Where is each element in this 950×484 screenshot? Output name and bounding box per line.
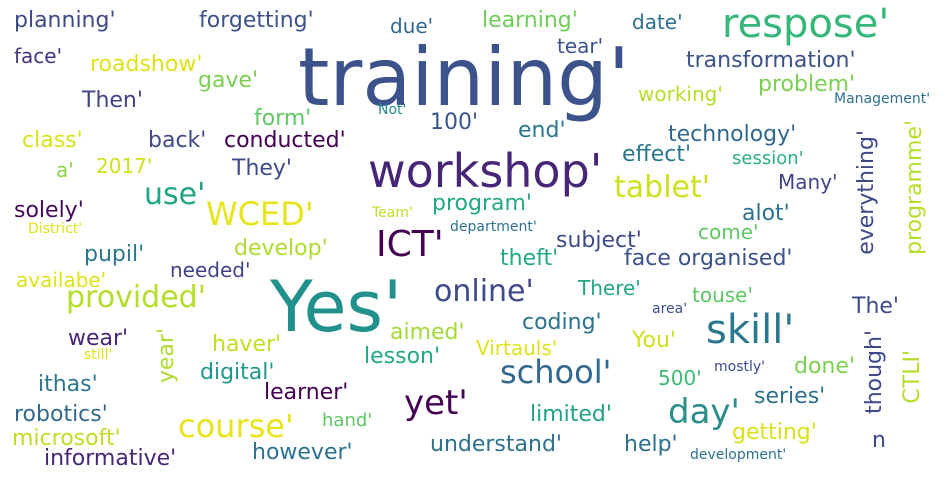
word: solely': [14, 198, 84, 223]
word: You': [632, 328, 676, 353]
word: online': [434, 274, 534, 309]
word: Management': [834, 91, 931, 107]
word: workshop': [368, 144, 603, 198]
word: Not': [378, 102, 407, 118]
word: Yes': [270, 266, 403, 348]
word: conducted': [224, 128, 346, 153]
word: understand': [430, 432, 562, 457]
word: touse': [692, 283, 753, 307]
word: aimed': [390, 320, 465, 345]
word: programme': [902, 120, 927, 255]
word: availabe': [16, 268, 107, 292]
word: department': [450, 219, 537, 235]
word: area': [652, 301, 688, 317]
word: face organised': [624, 246, 793, 271]
word: development': [690, 447, 787, 463]
word: develop': [234, 236, 328, 261]
word: CTLI': [900, 350, 925, 404]
word: roadshow': [90, 52, 203, 77]
word: date': [632, 10, 683, 34]
word: session': [732, 148, 804, 169]
word: Team': [372, 205, 413, 221]
word: still': [84, 347, 113, 363]
word: forgetting': [199, 8, 314, 33]
word: form': [254, 106, 312, 131]
word: due': [390, 14, 434, 38]
word: a': [56, 158, 74, 182]
word: getting': [732, 420, 817, 445]
word: course': [178, 407, 294, 445]
word: needed': [170, 258, 251, 282]
word-cloud: training' Yes' workshop' respose' skill' scho…: [0, 0, 950, 484]
word: District': [28, 221, 83, 237]
word: skill': [706, 307, 795, 353]
word: n: [872, 428, 886, 453]
word: working': [638, 82, 723, 106]
word: pupil': [84, 242, 145, 267]
word: year': [154, 328, 179, 384]
word: class': [22, 128, 83, 153]
word: Virtauls': [476, 336, 558, 360]
word: 100': [430, 110, 479, 135]
word: come': [698, 220, 759, 244]
word: haver': [212, 332, 282, 357]
word: tablet': [614, 170, 710, 205]
word: face': [14, 44, 63, 68]
word: robotics': [14, 402, 108, 427]
word: learning': [482, 8, 578, 33]
word: 2017': [96, 154, 153, 178]
word: everything': [854, 130, 879, 255]
word: school': [500, 353, 612, 391]
word: gave': [198, 68, 259, 93]
word: They': [232, 156, 292, 181]
word: WCED': [206, 195, 314, 233]
word: ithas': [38, 372, 98, 397]
word: 500': [658, 366, 702, 390]
word: series': [754, 384, 826, 409]
word: transformation': [686, 48, 856, 73]
word: limited': [530, 402, 612, 427]
word: planning': [14, 8, 116, 33]
word: learner': [264, 380, 349, 405]
word: theft': [500, 246, 559, 271]
word: program': [432, 191, 532, 216]
word: ICT': [376, 224, 444, 265]
word: coding': [522, 310, 602, 335]
word: back': [148, 128, 207, 153]
word: tear': [557, 34, 604, 58]
word: day': [668, 392, 740, 432]
word: Many': [778, 170, 838, 194]
word: lesson': [364, 344, 441, 369]
word: though': [862, 330, 887, 414]
word: however': [252, 440, 353, 465]
word: use': [144, 177, 206, 212]
word: done': [794, 354, 855, 379]
word: informative': [44, 446, 177, 471]
word: hand': [322, 410, 373, 431]
word: respose': [722, 1, 890, 47]
word: yet': [404, 383, 468, 423]
word: help': [624, 432, 678, 457]
word: There': [578, 276, 641, 300]
word: mostly': [714, 359, 766, 375]
word: The': [852, 294, 899, 319]
word: end': [518, 118, 566, 143]
word: effect': [622, 142, 691, 167]
word: Then': [82, 88, 143, 113]
